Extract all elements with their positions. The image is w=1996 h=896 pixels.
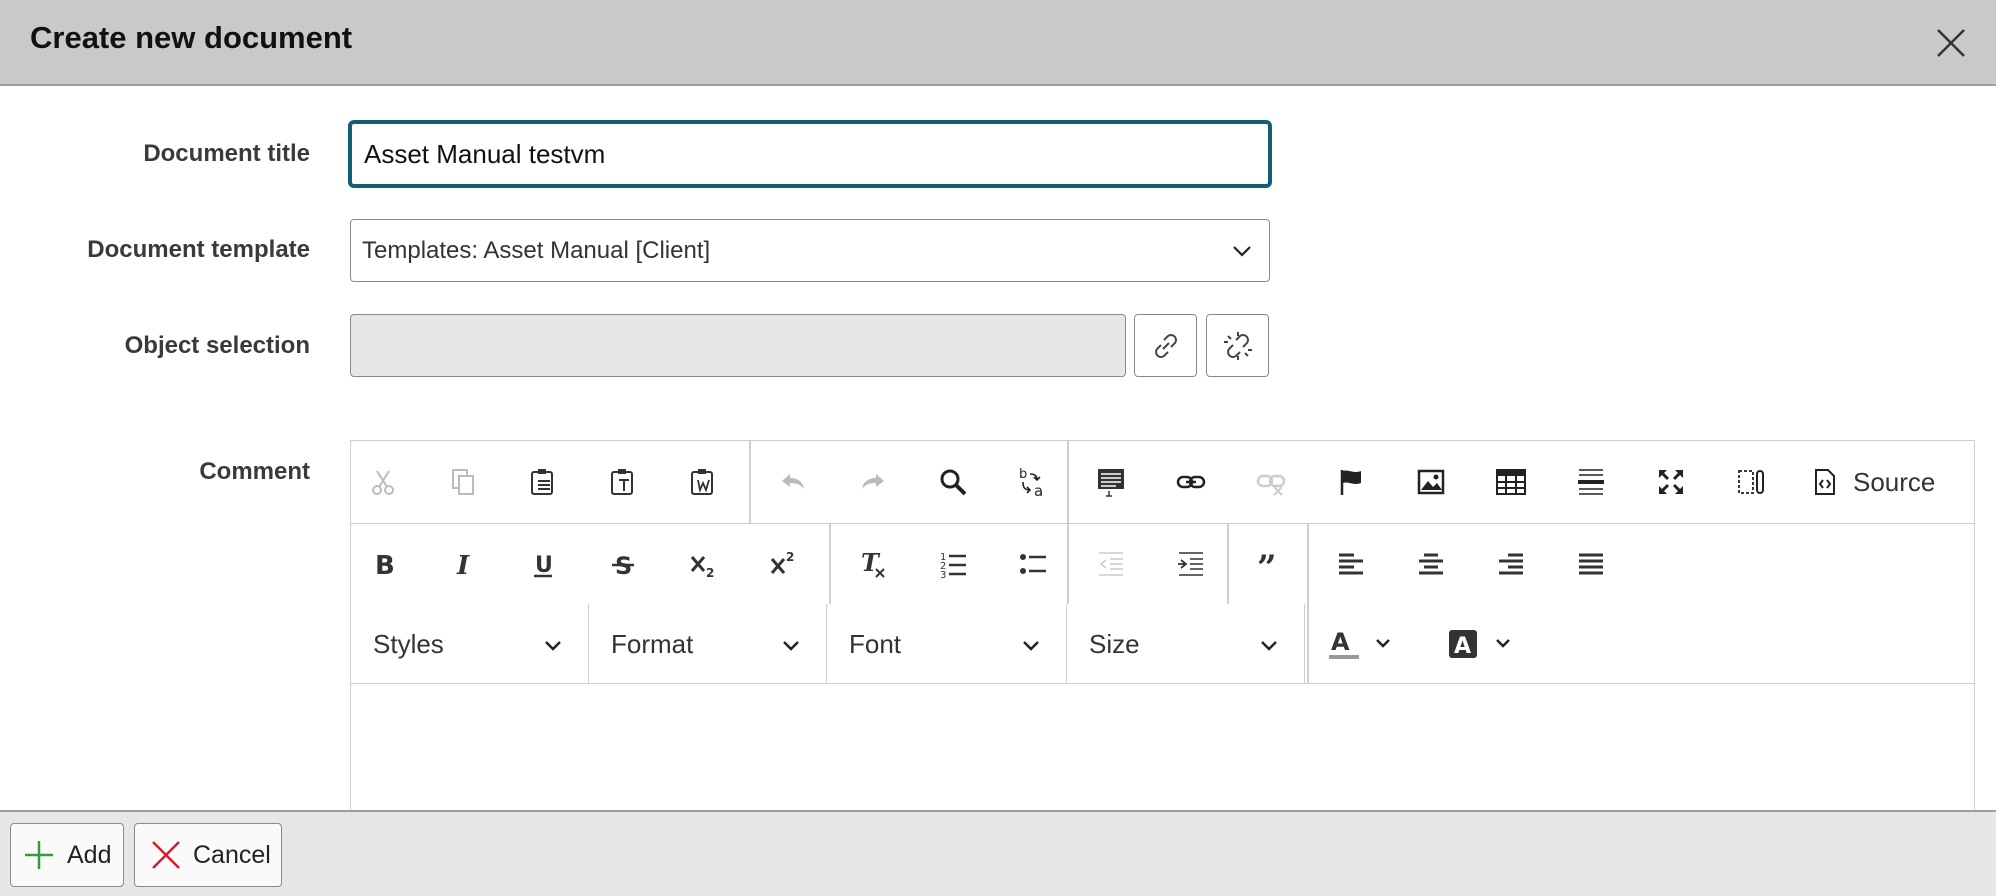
- bold-icon[interactable]: B: [361, 542, 405, 586]
- svg-text:a: a: [1034, 482, 1043, 498]
- copy-icon[interactable]: [441, 460, 485, 504]
- unlink-object-button[interactable]: [1206, 314, 1269, 377]
- add-button[interactable]: Add: [10, 823, 124, 887]
- create-document-dialog: Create new document Document title Asset…: [0, 0, 1996, 896]
- underline-icon[interactable]: U: [521, 542, 565, 586]
- paste-word-icon[interactable]: [681, 460, 725, 504]
- justify-icon[interactable]: [1569, 542, 1613, 586]
- find-icon[interactable]: [931, 460, 975, 504]
- font-label: Font: [849, 628, 902, 659]
- format-dropdown[interactable]: Format: [589, 604, 827, 684]
- source-button-label[interactable]: Source: [1853, 467, 1935, 498]
- chevron-down-icon: [1258, 634, 1280, 656]
- replace-icon[interactable]: ba: [1011, 460, 1055, 504]
- unlink-icon: [1220, 328, 1256, 364]
- object-selection-label: Object selection: [124, 332, 310, 359]
- link-icon[interactable]: [1169, 460, 1213, 504]
- styles-label: Styles: [373, 628, 444, 659]
- superscript-icon[interactable]: 2: [761, 542, 805, 586]
- horizontal-rule-icon[interactable]: [1569, 460, 1613, 504]
- toolbar-separator: [1067, 441, 1069, 524]
- align-right-icon[interactable]: [1489, 542, 1533, 586]
- bulleted-list-icon[interactable]: [1011, 542, 1055, 586]
- dialog-footer: Add Cancel: [0, 810, 1996, 896]
- comment-editor: ba Source B I U S 2 2 T 1 2 3 ” Styles F…: [350, 440, 1975, 860]
- add-button-label: Add: [67, 840, 112, 869]
- cut-icon[interactable]: [361, 460, 405, 504]
- svg-text:U: U: [535, 553, 553, 578]
- cancel-button-label: Cancel: [193, 840, 271, 869]
- toolbar-separator: [1307, 524, 1309, 684]
- strikethrough-icon[interactable]: S: [601, 542, 645, 586]
- chevron-down-icon: [780, 634, 802, 656]
- document-template-label: Document template: [87, 236, 310, 263]
- chevron-down-icon: [1231, 240, 1253, 262]
- comment-label: Comment: [199, 458, 310, 485]
- image-icon[interactable]: [1409, 460, 1453, 504]
- redo-icon[interactable]: [851, 460, 895, 504]
- link-icon: [1148, 328, 1184, 364]
- svg-text:I: I: [456, 551, 470, 579]
- flag-icon[interactable]: [1329, 460, 1373, 504]
- document-title-input[interactable]: Asset Manual testvm: [348, 120, 1272, 188]
- dialog-titlebar: Create new document: [0, 0, 1996, 86]
- svg-text:b: b: [1019, 467, 1027, 482]
- document-template-select[interactable]: Templates: Asset Manual [Client]: [350, 219, 1270, 282]
- source-icon[interactable]: [1803, 460, 1847, 504]
- link-object-button[interactable]: [1134, 314, 1197, 377]
- editor-toolbar-row2: B I U S 2 2 T 123 ” Styles Format Font S…: [351, 524, 1974, 684]
- format-label: Format: [611, 628, 694, 659]
- subscript-icon[interactable]: 2: [681, 542, 725, 586]
- svg-text:2: 2: [786, 550, 794, 564]
- italic-icon[interactable]: I: [441, 542, 485, 586]
- object-selection-field[interactable]: [350, 314, 1126, 377]
- paste-text-icon[interactable]: [601, 460, 645, 504]
- cancel-icon: [151, 840, 181, 870]
- toolbar-separator: [749, 441, 751, 524]
- cancel-button[interactable]: Cancel: [134, 823, 282, 887]
- styles-dropdown[interactable]: Styles: [351, 604, 589, 684]
- svg-text:T: T: [861, 549, 881, 577]
- close-icon[interactable]: [1934, 26, 1968, 60]
- paste-icon[interactable]: [521, 460, 565, 504]
- svg-text:3: 3: [940, 570, 946, 579]
- background-color-icon: A: [1447, 626, 1517, 662]
- svg-text:A: A: [1454, 634, 1471, 659]
- text-color-icon: A: [1327, 626, 1397, 662]
- toolbar-separator: [829, 524, 831, 604]
- remove-format-icon[interactable]: T: [851, 542, 895, 586]
- background-color-button[interactable]: A: [1447, 622, 1537, 666]
- document-template-value: Templates: Asset Manual [Client]: [362, 236, 711, 264]
- toolbar-separator: [1227, 524, 1229, 604]
- outdent-icon[interactable]: [1089, 542, 1133, 586]
- font-dropdown[interactable]: Font: [827, 604, 1067, 684]
- anchor-list-icon[interactable]: [1089, 460, 1133, 504]
- chevron-down-icon: [542, 634, 564, 656]
- size-label: Size: [1089, 628, 1140, 659]
- svg-text:2: 2: [706, 566, 714, 579]
- align-left-icon[interactable]: [1329, 542, 1373, 586]
- blockquote-icon[interactable]: ”: [1249, 542, 1293, 586]
- align-center-icon[interactable]: [1409, 542, 1453, 586]
- svg-text:”: ”: [1257, 549, 1277, 579]
- document-title-label: Document title: [143, 140, 310, 167]
- numbered-list-icon[interactable]: 123: [931, 542, 975, 586]
- table-icon[interactable]: [1489, 460, 1533, 504]
- text-color-button[interactable]: A: [1327, 622, 1417, 666]
- show-blocks-icon[interactable]: [1729, 460, 1773, 504]
- unlink-icon[interactable]: [1249, 460, 1293, 504]
- document-title-value: Asset Manual testvm: [364, 138, 606, 169]
- toolbar-separator: [1067, 524, 1069, 604]
- maximize-icon[interactable]: [1649, 460, 1693, 504]
- undo-icon[interactable]: [771, 460, 815, 504]
- indent-icon[interactable]: [1169, 542, 1213, 586]
- editor-toolbar-row1: ba Source: [351, 441, 1974, 524]
- plus-icon: [23, 839, 55, 871]
- dialog-title: Create new document: [30, 20, 353, 55]
- size-dropdown[interactable]: Size: [1067, 604, 1305, 684]
- chevron-down-icon: [1020, 634, 1042, 656]
- svg-text:A: A: [1331, 628, 1350, 656]
- svg-text:B: B: [375, 551, 395, 579]
